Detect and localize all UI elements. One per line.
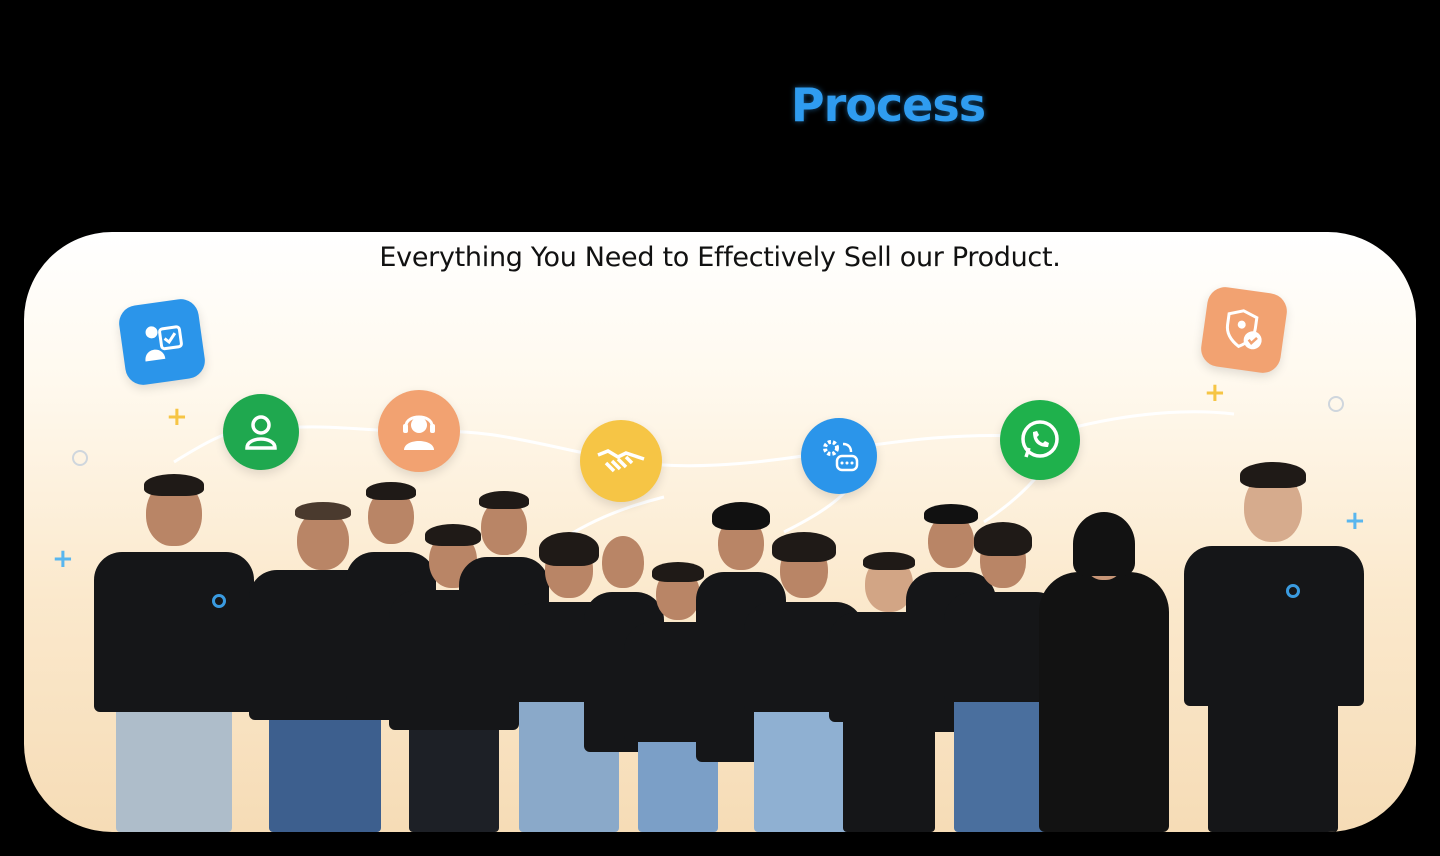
user-checklist-icon xyxy=(116,296,208,388)
team-member xyxy=(94,472,254,832)
decor-ring-icon xyxy=(1328,396,1344,412)
heading-accent-word: Process xyxy=(790,78,986,132)
shield-check-icon xyxy=(1198,284,1290,376)
headset-support-icon xyxy=(378,390,460,472)
team-member xyxy=(1184,462,1364,832)
section-heading: Process xyxy=(0,78,1440,132)
sparkle-plus-icon: + xyxy=(166,402,188,432)
team-member xyxy=(1039,512,1169,832)
user-icon xyxy=(223,394,299,470)
sparkle-plus-icon: + xyxy=(1204,378,1226,408)
team-photo xyxy=(84,462,1374,832)
team-banner: Everything You Need to Effectively Sell … xyxy=(24,232,1416,832)
sparkle-plus-icon: + xyxy=(52,544,74,574)
